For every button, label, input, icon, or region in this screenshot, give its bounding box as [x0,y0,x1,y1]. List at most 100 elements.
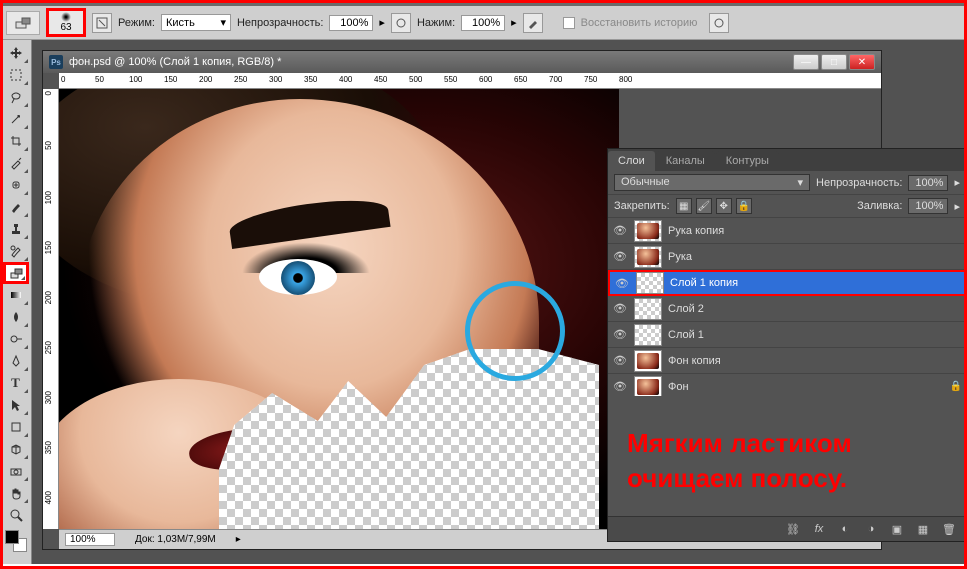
blend-mode-select[interactable]: Обычные ▾ [614,174,810,191]
fill-field[interactable]: 100% [908,198,948,214]
wand-tool[interactable] [3,108,29,130]
lock-position-button[interactable]: ✥ [716,198,732,214]
layer-thumb[interactable] [634,324,662,346]
visibility-toggle[interactable] [612,379,628,395]
lock-icon: 🔒 [950,381,962,392]
layer-mask-button[interactable]: ◐ [836,521,854,537]
ruler-horizontal[interactable]: 0 50 100 150 200 250 300 350 400 450 500… [59,73,881,89]
healing-tool[interactable] [3,174,29,196]
layer-name[interactable]: Слой 1 копия [670,277,960,289]
link-layers-button[interactable]: ⛓ [784,521,802,537]
document-header[interactable]: Ps фон.psd @ 100% (Слой 1 копия, RGB/8) … [43,51,881,73]
layer-name[interactable]: Рука [668,251,962,263]
airbrush-button[interactable] [523,13,543,33]
ps-icon: Ps [49,55,63,69]
shape-tool[interactable] [3,416,29,438]
layer-thumb[interactable] [634,298,662,320]
fill-arrow-icon[interactable]: ▸ [954,200,960,213]
camera-tool[interactable] [3,460,29,482]
layer-thumb[interactable] [634,246,662,268]
layer-name[interactable]: Слой 2 [668,303,962,315]
gradient-tool[interactable] [3,284,29,306]
canvas[interactable] [59,89,619,529]
layer-thumb[interactable] [636,272,664,294]
lock-transparent-button[interactable]: ▦ [676,198,692,214]
type-tool[interactable]: T [3,372,29,394]
zoom-tool[interactable] [3,504,29,526]
chevron-down-icon: ▾ [798,176,804,189]
brush-panel-button[interactable] [92,13,112,33]
opacity-arrow-icon[interactable]: ▸ [954,176,960,189]
restore-history-label: Восстановить историю [581,17,698,29]
tab-layers[interactable]: Слои [608,151,655,171]
fill-label: Заливка: [857,200,902,212]
visibility-toggle[interactable] [612,223,628,239]
layer-thumb[interactable] [634,350,662,372]
layer-row[interactable]: Фон копия [608,348,966,374]
brush-tool[interactable] [3,196,29,218]
dodge-tool[interactable] [3,328,29,350]
flow-arrow-icon[interactable]: ▸ [511,16,517,29]
layer-row[interactable]: Слой 2 [608,296,966,322]
visibility-toggle[interactable] [612,249,628,265]
mode-label: Режим: [118,17,155,29]
eraser-tool[interactable] [3,262,29,284]
color-swatch[interactable] [5,530,27,552]
tab-channels[interactable]: Каналы [656,151,715,171]
opacity-field[interactable]: 100% [329,15,373,31]
lock-pixels-button[interactable]: 🖌 [696,198,712,214]
layer-row[interactable]: Рука копия [608,218,966,244]
delete-button[interactable]: 🗑 [940,521,958,537]
tool-preset-button[interactable] [6,11,40,35]
maximize-button[interactable]: □ [821,54,847,70]
blur-tool[interactable] [3,306,29,328]
layer-name[interactable]: Рука копия [668,225,962,237]
hand-tool[interactable] [3,482,29,504]
path-select-tool[interactable] [3,394,29,416]
marquee-tool[interactable] [3,64,29,86]
pen-tool[interactable] [3,350,29,372]
layer-name[interactable]: Фон [668,381,944,393]
tab-paths[interactable]: Контуры [716,151,779,171]
lock-all-button[interactable]: 🔒 [736,198,752,214]
tablet-icon [395,17,407,29]
pressure-opacity-button[interactable] [391,13,411,33]
close-button[interactable]: ✕ [849,54,875,70]
zoom-field[interactable]: 100% [65,533,115,546]
layer-row[interactable]: Фон 🔒 [608,374,966,396]
status-arrow-icon[interactable]: ▸ [236,534,241,545]
pressure-size-button[interactable] [709,13,729,33]
restore-history-checkbox[interactable] [563,17,575,29]
lasso-tool[interactable] [3,86,29,108]
layer-row[interactable]: Рука [608,244,966,270]
layer-name[interactable]: Фон копия [668,355,962,367]
mode-select[interactable]: Кисть ▾ [161,14,231,31]
visibility-toggle[interactable] [614,275,630,291]
move-tool[interactable] [3,42,29,64]
new-layer-button[interactable]: ▦ [914,521,932,537]
panel-opacity-label: Непрозрачность: [816,177,902,189]
panel-opacity-field[interactable]: 100% [908,175,948,191]
layer-fx-button[interactable]: fx [810,521,828,537]
adjustment-button[interactable]: ◑ [862,521,880,537]
layer-thumb[interactable] [634,220,662,242]
layer-row[interactable]: Слой 1 [608,322,966,348]
group-button[interactable]: ▣ [888,521,906,537]
brush-size-picker[interactable]: 63 [46,8,86,37]
flow-field[interactable]: 100% [461,15,505,31]
layer-thumb[interactable] [634,376,662,397]
stamp-tool[interactable] [3,218,29,240]
ruler-vertical[interactable]: 0 50 100 150 200 250 300 350 400 [43,89,59,529]
layer-name[interactable]: Слой 1 [668,329,962,341]
opacity-arrow-icon[interactable]: ▸ [379,16,385,29]
history-brush-tool[interactable] [3,240,29,262]
visibility-toggle[interactable] [612,353,628,369]
minimize-button[interactable]: — [793,54,819,70]
crop-tool[interactable] [3,130,29,152]
3d-tool[interactable] [3,438,29,460]
eyedropper-tool[interactable] [3,152,29,174]
visibility-toggle[interactable] [612,327,628,343]
image-eye [259,259,337,295]
layer-row-selected[interactable]: Слой 1 копия [608,270,966,296]
visibility-toggle[interactable] [612,301,628,317]
